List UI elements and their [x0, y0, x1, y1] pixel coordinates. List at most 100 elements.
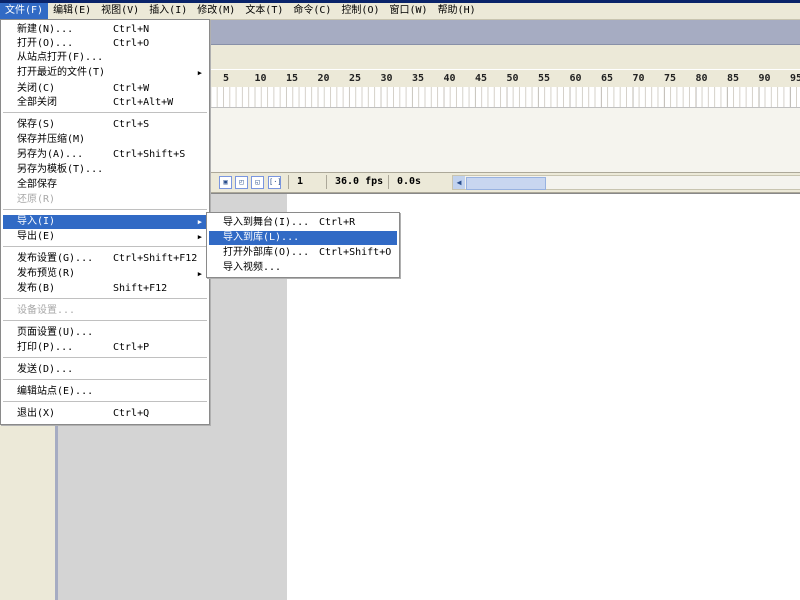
menu-separator [3, 298, 207, 300]
ruler-tick-label: 85 [727, 73, 740, 84]
menu-item-label: 保存(S) [17, 119, 56, 130]
file_menu-item[interactable]: 发布设置(G)... Ctrl+Shift+F12 [3, 252, 207, 266]
menu-separator [3, 357, 207, 359]
file_menu-item[interactable]: 打开(O)... Ctrl+O [3, 37, 207, 51]
scroll-thumb[interactable] [466, 177, 546, 190]
file_menu-item[interactable]: 编辑站点(E)... [3, 385, 207, 399]
menu-4[interactable]: 修改(M) [192, 3, 240, 19]
import_menu-item[interactable]: 打开外部库(O)... Ctrl+Shift+O [209, 246, 397, 260]
submenu-arrow-icon: ▶ [197, 218, 202, 226]
menu-item-label: 导入视频... [223, 262, 282, 273]
file_menu-item[interactable]: 全部保存 [3, 178, 207, 192]
file_menu-item[interactable]: 另存为模板(T)... [3, 163, 207, 177]
menu-item-label: 导出(E) [17, 231, 56, 242]
menu-7[interactable]: 控制(O) [336, 3, 384, 19]
menu-item-label: 发布设置(G)... [17, 253, 94, 264]
timeline-toolbar [208, 45, 800, 69]
file_menu-item[interactable]: 发布(B) Shift+F12 [3, 282, 207, 296]
menu-item-shortcut: Ctrl+Shift+O [319, 247, 392, 258]
ruler-tick-label: 55 [538, 73, 551, 84]
file_menu-item[interactable]: 导入(I) ▶ [3, 215, 207, 229]
menu-item-label: 打开外部库(O)... [223, 247, 310, 258]
menu-item-shortcut: Ctrl+Alt+W [113, 97, 174, 108]
menu-8[interactable]: 窗口(W) [385, 3, 433, 19]
file_menu-item[interactable]: 另存为(A)... Ctrl+Shift+S [3, 148, 207, 162]
file_menu-item[interactable]: 发送(D)... [3, 363, 207, 377]
menu-separator [3, 320, 207, 322]
ruler-tick-label: 30 [380, 73, 393, 84]
file_menu-item[interactable]: 保存(S) Ctrl+S [3, 118, 207, 132]
scroll-left-icon[interactable]: ◀ [453, 176, 465, 189]
ruler-tick-label: 60 [569, 73, 582, 84]
menu-item-label: 发送(D)... [17, 364, 74, 375]
menu-item-label: 退出(X) [17, 408, 56, 419]
menu-item-shortcut: Ctrl+S [113, 119, 150, 130]
file_menu-item[interactable]: 退出(X) Ctrl+Q [3, 407, 207, 421]
timeline-frames[interactable] [208, 87, 800, 107]
timeline-header [208, 20, 800, 45]
ruler-tick-label: 70 [632, 73, 645, 84]
menu-item-shortcut: Ctrl+N [113, 24, 150, 35]
menu-0[interactable]: 文件(F) [0, 3, 49, 19]
file_menu-item[interactable]: 导出(E) ▶ [3, 230, 207, 244]
ruler-tick-label: 50 [506, 73, 519, 84]
import_menu-item[interactable]: 导入到舞台(I)... Ctrl+R [209, 216, 397, 230]
menu-item-label: 导入(I) [17, 216, 56, 227]
menu-item-label: 导入到舞台(I)... [223, 217, 310, 228]
menu-item-label: 打印(P)... [17, 342, 74, 353]
import_menu-item[interactable]: 导入到库(L)... [209, 231, 397, 245]
ruler-tick-label: 45 [475, 73, 488, 84]
ruler-tick-label: 40 [443, 73, 456, 84]
import_menu-item[interactable]: 导入视频... [209, 261, 397, 275]
file_menu-item[interactable]: 打开最近的文件(T) ▶ [3, 66, 207, 80]
file_menu-item[interactable]: 关闭(C) Ctrl+W [3, 82, 207, 96]
menu-item-shortcut: Ctrl+Q [113, 408, 150, 419]
file_menu-item[interactable]: 页面设置(U)... [3, 326, 207, 340]
menu-item-label: 另存为模板(T)... [17, 164, 104, 175]
file_menu-item[interactable]: 从站点打开(F)... [3, 51, 207, 65]
menu-item-label: 从站点打开(F)... [17, 52, 104, 63]
menu-6[interactable]: 命令(C) [288, 3, 336, 19]
menu-item-shortcut: Ctrl+Shift+S [113, 149, 186, 160]
timeline-layer-area[interactable] [208, 108, 800, 172]
menu-1[interactable]: 编辑(E) [48, 3, 96, 19]
menu-5[interactable]: 文本(T) [240, 3, 288, 19]
onion-skin-icon[interactable]: ◰ [235, 176, 248, 189]
menu-item-label: 导入到库(L)... [223, 232, 300, 243]
menu-item-label: 保存并压缩(M) [17, 134, 86, 145]
ruler-tick-label: 25 [349, 73, 362, 84]
ruler-tick-label: 75 [664, 73, 677, 84]
ruler-tick-label: 80 [695, 73, 708, 84]
ruler-tick-label: 65 [601, 73, 614, 84]
menu-item-shortcut: Ctrl+R [319, 217, 356, 228]
timeline-ruler: 5 10 15 20 25 30 35 40 45 50 55 60 65 70 75 80 85 90 95 [208, 70, 800, 87]
menu-2[interactable]: 视图(V) [96, 3, 144, 19]
file_menu-item[interactable]: 保存并压缩(M) [3, 133, 207, 147]
file_menu-item[interactable]: 发布预览(R) ▶ [3, 267, 207, 281]
file-menu: 新建(N)... Ctrl+N 打开(O)... Ctrl+O 从站点打开(F)... 打… [0, 19, 210, 425]
menu-item-label: 全部关闭 [17, 97, 57, 108]
file_menu-item[interactable]: 打印(P)... Ctrl+P [3, 341, 207, 355]
timeline-horizontal-scrollbar[interactable]: ◀ [452, 175, 800, 190]
edit-multiple-frames-icon[interactable]: [·] [268, 176, 282, 189]
onion-skin-outlines-icon[interactable]: ◱ [251, 176, 264, 189]
menu-item-label: 编辑站点(E)... [17, 386, 94, 397]
ruler-tick-label: 15 [286, 73, 299, 84]
file_menu-item[interactable]: 全部关闭 Ctrl+Alt+W [3, 96, 207, 110]
file_menu-item[interactable]: 新建(N)... Ctrl+N [3, 23, 207, 37]
center-frame-icon[interactable]: ▣ [219, 176, 232, 189]
menu-item-shortcut: Ctrl+O [113, 38, 150, 49]
menubar: 文件(F) 编辑(E) 视图(V) 插入(I) 修改(M) 文本(T) 命令(C) 控制(O)… [0, 3, 800, 20]
menu-3[interactable]: 插入(I) [144, 3, 192, 19]
menu-item-label: 设备设置... [17, 305, 76, 316]
frame-rate[interactable]: 36.0 fps [326, 175, 395, 189]
submenu-arrow-icon: ▶ [197, 69, 202, 77]
ruler-tick-label: 5 [223, 73, 230, 84]
file_menu-item: 还原(R) [3, 193, 207, 207]
menu-9[interactable]: 帮助(H) [433, 3, 481, 19]
menu-item-label: 另存为(A)... [17, 149, 84, 160]
menu-separator [3, 401, 207, 403]
file_menu-item: 设备设置... [3, 304, 207, 318]
submenu-arrow-icon: ▶ [197, 233, 202, 241]
menu-separator [3, 112, 207, 114]
